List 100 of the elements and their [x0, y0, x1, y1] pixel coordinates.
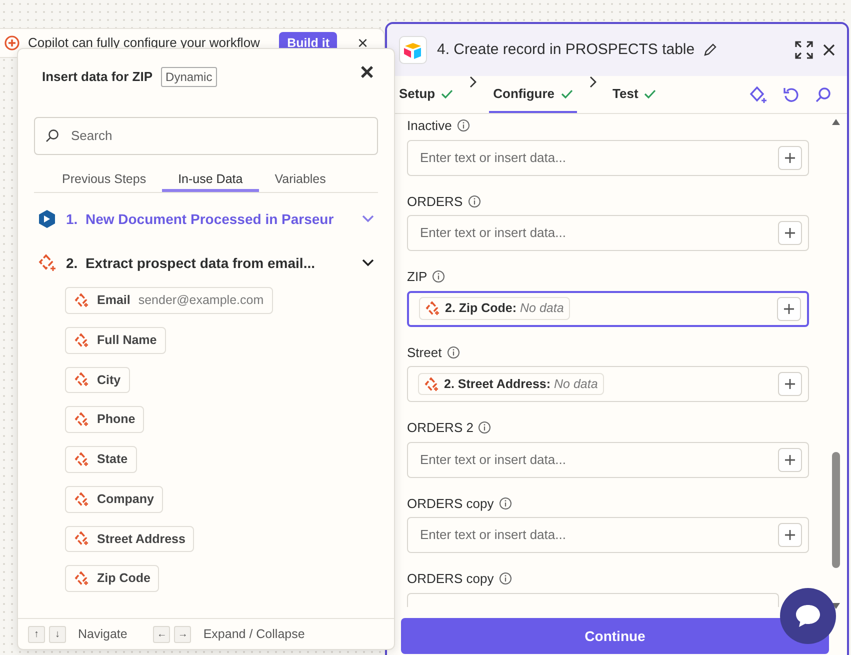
- search-field[interactable]: Search: [34, 117, 378, 155]
- check-icon: [560, 88, 573, 98]
- add-data-button[interactable]: [778, 448, 802, 472]
- undo-icon[interactable]: [783, 86, 799, 102]
- plus-icon: [784, 454, 796, 466]
- key-hint: ↓: [49, 626, 66, 642]
- info-icon: [456, 119, 470, 132]
- chevron-right-icon: [588, 76, 597, 88]
- text-input[interactable]: Enter text or insert data...: [418, 524, 778, 546]
- input-field[interactable]: 2. Zip Code: No data: [407, 290, 809, 326]
- add-data-button[interactable]: [778, 372, 802, 396]
- chevron-right-icon: [469, 76, 478, 88]
- add-data-button[interactable]: [778, 523, 802, 547]
- info-icon: [498, 572, 512, 586]
- info-icon: [478, 421, 492, 434]
- info-icon: [446, 346, 460, 359]
- dynamic-tag: Dynamic: [160, 67, 218, 87]
- data-item[interactable]: State: [65, 446, 137, 473]
- banner-text: Copilot can fully configure your workflow: [28, 34, 260, 52]
- expand-icon[interactable]: [795, 41, 813, 59]
- hint-label: Navigate: [78, 626, 128, 643]
- field-label: ORDERS copy: [407, 494, 494, 513]
- sparkle-icon: [74, 292, 89, 308]
- search-icon[interactable]: [815, 86, 831, 102]
- step-tab[interactable]: Setup: [395, 76, 458, 113]
- field-label: Inactive: [407, 117, 452, 135]
- search-icon: [45, 129, 59, 143]
- logo-icon: [403, 41, 423, 59]
- sparkle-icon: [74, 332, 89, 348]
- plus-icon: [783, 302, 795, 314]
- step-row[interactable]: 1. New Document Processed in Parseur: [34, 201, 378, 237]
- info-icon: [432, 270, 446, 284]
- check-icon: [441, 88, 454, 98]
- field-label: ORDERS 2: [407, 419, 474, 437]
- sparkle-icon: [424, 376, 439, 392]
- sparkle-icon: [74, 372, 89, 388]
- step-title: 4. Create record in PROSPECTS table: [437, 40, 695, 60]
- field-label: ZIP: [407, 268, 428, 286]
- step-row[interactable]: 2. Extract prospect data from email...: [34, 245, 378, 281]
- pencil-icon: [702, 43, 717, 57]
- close-icon[interactable]: [823, 44, 835, 56]
- popover-tab[interactable]: In-use Data: [162, 169, 259, 192]
- continue-button[interactable]: Continue: [401, 618, 829, 654]
- add-data-button[interactable]: [778, 221, 802, 245]
- data-token[interactable]: 2. Street Address: No data: [418, 372, 604, 396]
- sparkle-icon: [74, 452, 89, 467]
- plus-icon: [784, 152, 796, 164]
- data-token[interactable]: 2. Zip Code: No data: [419, 297, 570, 320]
- field-label: ORDERS copy: [407, 570, 494, 588]
- input-field[interactable]: Enter text or insert data...: [407, 442, 809, 478]
- data-item[interactable]: Email sender@example.com: [65, 287, 273, 314]
- add-data-button[interactable]: [777, 296, 801, 320]
- data-item[interactable]: Full Name: [65, 326, 166, 354]
- text-input[interactable]: Enter text or insert data...: [418, 222, 778, 244]
- plus-icon: [784, 529, 796, 541]
- chat-icon: [794, 603, 822, 629]
- sparkle-icon[interactable]: [749, 86, 767, 104]
- text-input[interactable]: Enter text or insert data...: [418, 448, 778, 470]
- sparkle-icon: [74, 492, 89, 507]
- search-input[interactable]: Search: [69, 125, 367, 147]
- input-field[interactable]: Enter text or insert data...: [407, 215, 809, 251]
- text-input[interactable]: Enter text or insert data...: [418, 146, 778, 168]
- key-hint: ↑: [28, 626, 45, 642]
- sparkle-icon: [74, 571, 89, 586]
- popover-tab[interactable]: Previous Steps: [46, 169, 162, 192]
- data-item[interactable]: Company: [65, 486, 163, 512]
- field-label: Street: [407, 344, 442, 362]
- plus-icon: [784, 378, 796, 390]
- sparkle-icon: [425, 301, 440, 316]
- data-item[interactable]: City: [65, 366, 130, 394]
- hint-label: Expand / Collapse: [203, 626, 305, 643]
- copilot-icon: [4, 35, 20, 51]
- step-tab[interactable]: Configure: [489, 76, 577, 113]
- popover-tab[interactable]: Variables: [258, 169, 342, 192]
- data-item[interactable]: Street Address: [65, 526, 194, 552]
- scroll-up-icon[interactable]: [831, 118, 841, 126]
- step-tab[interactable]: Test: [608, 76, 660, 113]
- data-item[interactable]: Zip Code: [65, 565, 160, 592]
- sparkle-icon: [74, 531, 89, 546]
- check-icon: [644, 88, 656, 98]
- info-icon: [468, 194, 481, 208]
- chevron-down-icon: [362, 215, 374, 223]
- chevron-down-icon: [362, 259, 374, 267]
- info-icon: [498, 496, 512, 510]
- scrollbar-thumb[interactable]: [832, 452, 840, 568]
- plus-icon: [784, 227, 796, 239]
- input-field[interactable]: Enter text or insert data...: [407, 517, 809, 553]
- add-data-button[interactable]: [778, 146, 802, 170]
- sparkle-icon: [74, 412, 89, 428]
- hexagon-logo-icon: [38, 209, 56, 229]
- close-button[interactable]: ×: [356, 61, 378, 85]
- field-label: ORDERS: [407, 192, 463, 210]
- input-field[interactable]: [407, 592, 779, 606]
- input-field[interactable]: 2. Street Address: No data: [407, 366, 809, 402]
- sparkle-icon: [38, 254, 56, 272]
- close-button[interactable]: ×: [353, 34, 372, 52]
- popover-title: Insert data for ZIP: [42, 68, 153, 86]
- input-field[interactable]: Enter text or insert data...: [407, 140, 809, 176]
- key-hint: →: [174, 626, 192, 642]
- data-item[interactable]: Phone: [65, 406, 144, 433]
